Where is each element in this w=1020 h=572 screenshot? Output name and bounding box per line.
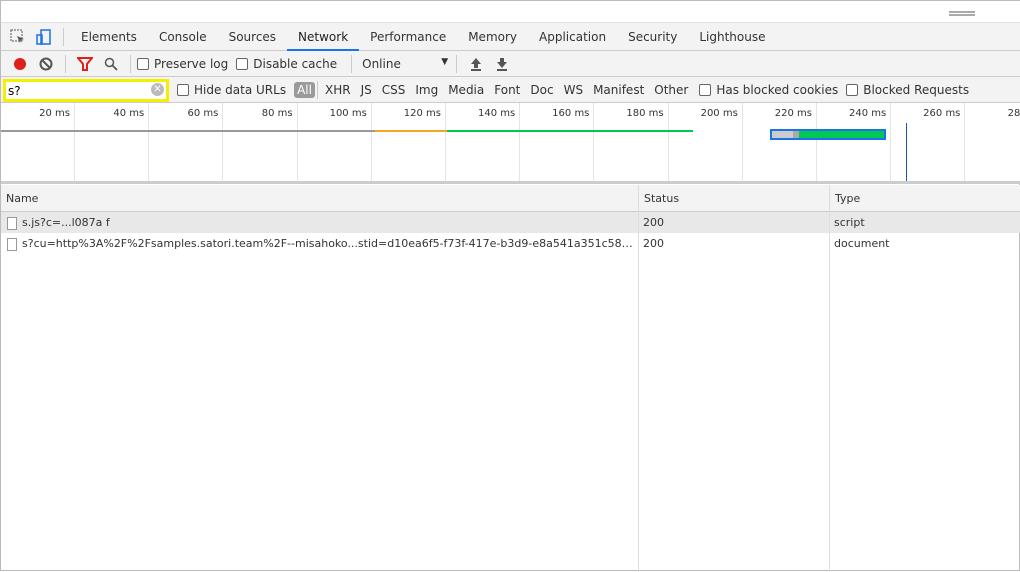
tab-performance[interactable]: Performance [359,23,457,51]
tab-network[interactable]: Network [287,23,360,51]
timeline-tick-label: 40 ms [113,108,145,119]
timeline-tick-label: 20 ms [39,108,70,119]
chevron-down-icon: ▼ [441,56,449,67]
preserve-log-checkbox[interactable]: Preserve log [137,57,228,71]
timeline-gridline [593,103,595,181]
tab-security[interactable]: Security [617,23,688,51]
timeline-gridline [816,103,817,181]
filter-type-manifest[interactable]: Manifest [588,83,649,97]
timeline-tick-label: 160 ms [552,108,590,119]
filter-type-other[interactable]: Other [649,83,693,97]
timeline-gridline [222,103,224,181]
timeline-gridline [296,103,298,181]
timeline-gridline [148,103,150,181]
timeline-tick-label: 100 ms [329,108,367,119]
requests-table-header: Name Status Type [1,185,1020,212]
waterfall-green-line [447,130,693,132]
column-status[interactable]: Status [639,185,679,211]
document-icon [7,216,17,230]
filter-type-img[interactable]: Img [410,83,443,97]
export-har-icon[interactable] [489,54,515,74]
filter-type-all[interactable]: All [294,81,315,98]
filter-type-xhr[interactable]: XHR [320,83,356,97]
document-icon [7,237,17,251]
timeline-gridline [74,103,75,181]
filter-type-media[interactable]: Media [443,83,489,97]
tab-lighthouse[interactable]: Lighthouse [688,23,776,51]
timeline-gridline [370,103,372,181]
clear-icon[interactable] [33,54,59,74]
timeline-gridline [741,103,743,181]
preserve-log-label: Preserve log [154,56,229,71]
hide-data-urls-checkbox[interactable]: Hide data URLs [177,83,286,97]
timeline-gridline [890,103,892,181]
hide-data-urls-label: Hide data URLs [194,82,287,97]
filter-type-doc[interactable]: Doc [525,83,558,97]
clear-filter-icon[interactable]: ✕ [151,83,164,96]
request-status: 200 [643,216,664,229]
has-blocked-cookies-checkbox[interactable]: Has blocked cookies [699,83,838,97]
timeline-gridline [964,103,966,181]
tab-memory[interactable]: Memory [457,23,528,51]
inspect-element-icon[interactable] [5,27,31,47]
tab-elements[interactable]: Elements [70,23,148,51]
import-har-icon[interactable] [463,54,489,74]
filter-icon[interactable] [72,54,98,74]
table-row[interactable]: s?cu=http%3A%2F%2Fsamples.satori.team%2F… [1,233,1020,254]
tab-sources[interactable]: Sources [218,23,287,51]
column-divider[interactable] [829,185,830,572]
timeline-tick-label: 60 ms [187,108,219,119]
record-button[interactable] [7,54,33,74]
load-event-marker [906,123,907,181]
timeline-tick-label: 200 ms [700,108,738,119]
timeline-tick-label: 80 ms [261,108,293,119]
filter-type-font[interactable]: Font [489,83,525,97]
timeline-gridline [519,103,521,181]
devtools-tab-bar: Elements Console Sources Network Perform… [1,23,1020,51]
timeline-gridline [667,103,669,181]
column-type[interactable]: Type [830,185,860,211]
disable-cache-checkbox[interactable]: Disable cache [236,57,337,71]
request-type: document [834,237,890,250]
timeline-tick-label: 260 ms [923,108,961,119]
request-status: 200 [643,237,664,250]
column-divider[interactable] [638,185,639,572]
network-toolbar: Preserve log Disable cache Online ▼ [1,51,1020,77]
drag-handle-icon[interactable] [949,11,975,16]
filter-input-box[interactable]: ✕ [3,79,169,102]
request-type: script [834,216,865,229]
tab-application[interactable]: Application [528,23,617,51]
throttle-value: Online [362,56,401,71]
waterfall-selected-bar[interactable] [770,129,886,140]
request-name: s?cu=http%3A%2F%2Fsamples.satori.team%2F… [22,237,637,250]
filter-input[interactable] [6,82,146,99]
throttle-select[interactable]: Online ▼ [362,57,448,71]
waterfall-orange-line [375,130,447,132]
filter-type-ws[interactable]: WS [559,83,588,97]
blocked-requests-label: Blocked Requests [863,82,970,97]
timeline-tick-label: 240 ms [848,108,887,119]
timeline-tick-label: 180 ms [626,108,664,119]
waterfall-gray-line [1,130,375,132]
has-blocked-cookies-label: Has blocked cookies [716,82,839,97]
disable-cache-label: Disable cache [253,56,338,71]
window-top-bar [1,1,1020,23]
timeline-tick-label: 280 [1007,108,1020,119]
request-name: s.js?c=...l087a f [22,216,110,229]
timeline-tick-label: 120 ms [403,108,441,119]
column-name[interactable]: Name [1,185,38,211]
filter-type-css[interactable]: CSS [377,83,411,97]
timeline-overview[interactable]: 20 ms 40 ms 60 ms 80 ms 100 ms 120 ms 140 ms 16… [1,103,1020,184]
timeline-tick-label: 140 ms [477,108,516,119]
timeline-tick-label: 220 ms [774,108,812,119]
filter-type-js[interactable]: JS [356,83,377,97]
device-toolbar-icon[interactable] [31,27,57,47]
tab-console[interactable]: Console [148,23,218,51]
search-icon[interactable] [98,54,124,74]
table-row[interactable]: s.js?c=...l087a f 200 script [1,212,1020,233]
blocked-requests-checkbox[interactable]: Blocked Requests [846,83,969,97]
timeline-gridline [445,103,446,181]
